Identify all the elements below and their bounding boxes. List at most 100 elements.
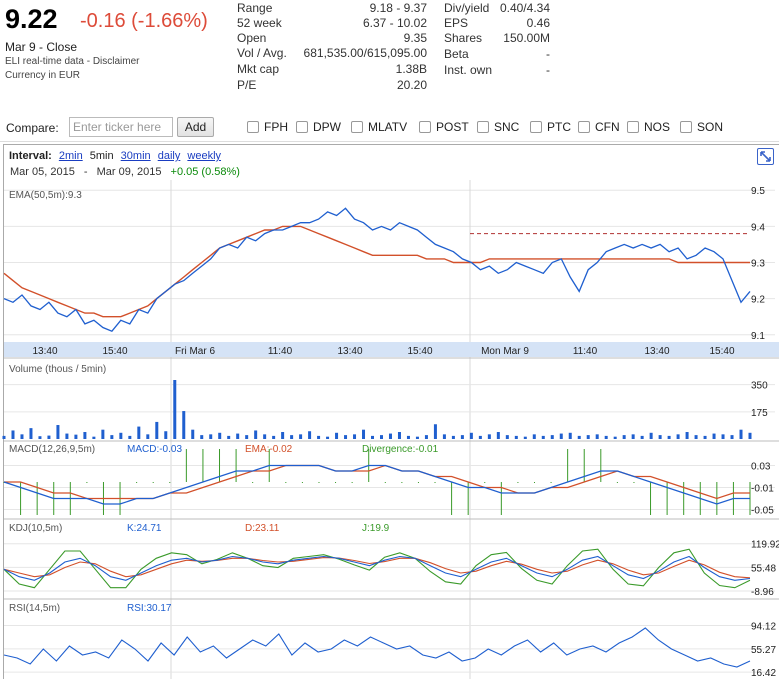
volume-label: Volume (thous / 5min) (9, 364, 106, 375)
macd-divergence-bar (86, 482, 88, 483)
macd-divergence-bar (517, 482, 519, 483)
price-ytick-label: 9.2 (751, 295, 765, 306)
macd-divergence-bar (484, 482, 486, 483)
volume-bar (299, 434, 303, 439)
volume-bar (712, 433, 716, 439)
time-axis-label: Fri Mar 6 (175, 346, 215, 357)
volume-bar (272, 435, 276, 439)
macd-divergence-bar (401, 482, 403, 483)
volume-bar (56, 425, 60, 439)
volume-bar (92, 436, 96, 439)
volume-bar (604, 435, 608, 439)
macd-divergence-bar (616, 482, 618, 483)
volume-bar (182, 411, 186, 439)
chart-canvas[interactable]: 9.1 9.2 9.3 9.4 9.5 EMA(50,5m):9.3 13:40 15:40 F… (0, 0, 779, 679)
volume-bar (586, 435, 590, 439)
volume-bar (451, 435, 455, 439)
volume-bar (595, 434, 599, 439)
volume-ytick-label: 175 (751, 408, 768, 419)
volume-bar (308, 431, 312, 439)
price-ytick-label: 9.4 (751, 222, 765, 233)
macd-divergence-bar (384, 482, 386, 483)
macd-divergence-bar (335, 482, 337, 483)
volume-bar (478, 435, 482, 439)
volume-bar (173, 380, 177, 439)
volume-bar (424, 435, 428, 439)
volume-bar (146, 434, 150, 439)
kdj-j-line (3, 548, 751, 589)
volume-bar (676, 434, 680, 439)
volume-bar (281, 432, 285, 439)
rsi-title: RSI(14,5m) (9, 603, 60, 614)
rsi-ytick-label: 94.12 (751, 622, 776, 633)
volume-bar (227, 435, 231, 439)
time-axis-label: 15:40 (407, 346, 432, 357)
time-axis-label: Mon Mar 9 (481, 346, 529, 357)
macd-ytick-label: 0.03 (751, 462, 771, 473)
price-ytick-label: 9.3 (751, 259, 765, 270)
volume-bar (577, 435, 581, 439)
volume-bar (47, 435, 51, 439)
time-axis-label: 13:40 (644, 346, 669, 357)
volume-bar (460, 435, 464, 439)
volume-bar (622, 435, 626, 439)
volume-bar (119, 432, 123, 439)
volume-bar (164, 431, 168, 439)
volume-bar (263, 434, 267, 439)
macd-divergence-bar (417, 482, 419, 483)
volume-bar (685, 432, 689, 439)
volume-bar (388, 433, 392, 439)
macd-signal-line (4, 464, 750, 500)
volume-bar (335, 432, 339, 439)
volume-bar (559, 433, 563, 439)
volume-bar (74, 434, 78, 439)
rsi-line (3, 627, 751, 668)
volume-bar (254, 430, 258, 439)
volume-bar (739, 429, 743, 439)
macd-divergence-bar (318, 482, 320, 483)
time-axis-label: 11:40 (268, 346, 293, 357)
volume-bar (200, 435, 204, 439)
volume-bar (236, 433, 240, 439)
macd-divergence-bar (633, 482, 635, 483)
volume-bar (703, 435, 707, 439)
volume-bar (344, 435, 348, 439)
volume-bar (541, 435, 545, 439)
macd-title: MACD(12,26,9,5m) (9, 444, 95, 455)
volume-bar (469, 432, 473, 439)
volume-bar (667, 435, 671, 439)
volume-bar (568, 432, 572, 439)
volume-bar (694, 435, 698, 439)
macd-ytick-label: -0.01 (751, 484, 774, 495)
volume-bar (290, 435, 294, 439)
macd-divergence-bar (169, 482, 171, 483)
volume-bar (631, 434, 635, 439)
volume-bar (83, 432, 87, 439)
time-axis-label: 13:40 (32, 346, 57, 357)
price-panel-bg (4, 180, 779, 342)
volume-bar (128, 435, 132, 439)
volume-bar (721, 434, 725, 439)
volume-bar (379, 435, 383, 439)
time-axis-label: 15:40 (102, 346, 127, 357)
volume-bar (523, 436, 527, 439)
rsi-ytick-label: 55.27 (751, 645, 776, 656)
kdj-d-value: D:23.11 (245, 523, 280, 534)
volume-bar (640, 435, 644, 439)
volume-bar (730, 435, 734, 439)
macd-divergence-bar (550, 482, 552, 483)
volume-bar (20, 434, 24, 439)
volume-bar (406, 435, 410, 439)
volume-bar (550, 435, 554, 439)
ema-legend: EMA(50,5m):9.3 (9, 190, 82, 201)
volume-bar (317, 435, 321, 439)
volume-bar (362, 429, 366, 439)
price-ytick-label: 9.5 (751, 186, 765, 197)
volume-bar (137, 426, 141, 439)
macd-divergence-bar (185, 449, 187, 482)
macd-divergence-bar (152, 482, 154, 483)
volume-bar (245, 435, 249, 439)
volume-bar (649, 432, 653, 439)
volume-bar (442, 434, 446, 439)
volume-bar (2, 435, 6, 439)
